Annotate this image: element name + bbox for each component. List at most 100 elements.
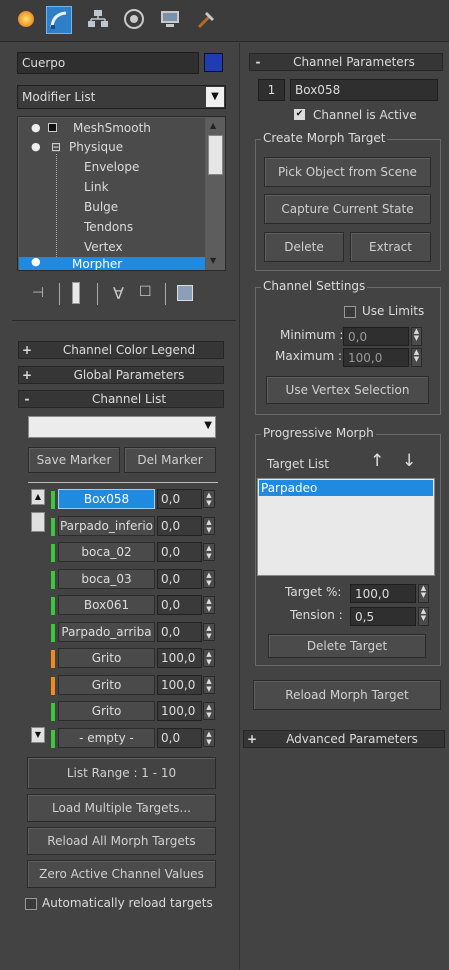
lightbulb-icon[interactable]: ●	[31, 140, 41, 153]
channel-value-spinner[interactable]: ▲ ▼	[203, 570, 215, 588]
channel-value-field[interactable]: 0,0	[157, 728, 202, 748]
stack-item-envelope[interactable]: Envelope	[84, 160, 139, 174]
move-down-icon[interactable]: ↓	[402, 451, 416, 471]
channel-value-spinner[interactable]: ▲ ▼	[203, 517, 215, 535]
stack-item-link[interactable]: Link	[84, 180, 109, 194]
channel-row[interactable]: Grito 100,0 ▲ ▼	[33, 701, 217, 721]
use-vertex-selection-button[interactable]: Use Vertex Selection	[266, 376, 429, 404]
minimum-field[interactable]: 0,0	[343, 327, 409, 346]
channel-value-spinner[interactable]: ▲ ▼	[203, 490, 215, 508]
channel-value-spinner[interactable]: ▲ ▼	[203, 649, 215, 667]
zero-active-channel-values-button[interactable]: Zero Active Channel Values	[27, 860, 216, 888]
scroll-down-icon[interactable]: ▼	[210, 256, 216, 265]
hierarchy-tab[interactable]	[86, 6, 110, 32]
reload-morph-target-button[interactable]: Reload Morph Target	[253, 680, 441, 710]
utilities-tab[interactable]	[194, 6, 218, 32]
channel-active-checkbox[interactable]: ✔	[294, 109, 305, 120]
stack-scrollbar[interactable]: ▲ ▼	[206, 118, 225, 270]
use-limits-checkbox[interactable]	[344, 306, 356, 318]
channel-row[interactable]: boca_03 0,0 ▲ ▼	[33, 569, 217, 589]
channel-row[interactable]: Parpado_inferio 0,0 ▲ ▼	[33, 516, 217, 536]
channel-value-spinner[interactable]: ▲ ▼	[203, 729, 215, 747]
channel-value-spinner[interactable]: ▲ ▼	[203, 596, 215, 614]
show-end-result-icon[interactable]	[72, 282, 80, 304]
stack-item-physique[interactable]: Physique	[69, 140, 123, 154]
channel-row[interactable]: Grito 100,0 ▲ ▼	[33, 675, 217, 695]
pick-object-from-scene-button[interactable]: Pick Object from Scene	[264, 157, 431, 187]
channel-value-field[interactable]: 100,0	[157, 675, 202, 695]
save-marker-button[interactable]: Save Marker	[28, 447, 120, 473]
make-unique-icon[interactable]: ∀	[113, 284, 124, 303]
object-color-swatch[interactable]	[204, 53, 223, 72]
channel-name-button[interactable]: boca_03	[58, 569, 155, 589]
delete-target-button[interactable]: Delete Target	[268, 634, 426, 658]
channel-row[interactable]: boca_02 0,0 ▲ ▼	[33, 542, 217, 562]
auto-reload-checkbox[interactable]	[25, 898, 37, 910]
expand-minus-icon[interactable]: ⊟	[51, 140, 61, 154]
rollout-channel-color-legend[interactable]: + Channel Color Legend	[18, 341, 224, 359]
target-list-item[interactable]: Parpadeo	[259, 480, 433, 496]
rollout-channel-parameters[interactable]: - Channel Parameters	[249, 53, 443, 71]
modifier-list-dropdown[interactable]: Modifier List ▼	[17, 85, 226, 109]
rollout-global-parameters[interactable]: + Global Parameters	[18, 366, 224, 384]
target-list[interactable]: Parpadeo	[257, 478, 435, 576]
tension-spinner[interactable]: ▲ ▼	[418, 607, 429, 626]
channel-name-button[interactable]: - empty -	[58, 728, 155, 748]
channel-value-field[interactable]: 0,0	[157, 595, 202, 615]
channel-value-field[interactable]: 100,0	[157, 701, 202, 721]
pin-stack-icon[interactable]: ⊣	[32, 285, 44, 301]
delete-button[interactable]: Delete	[264, 232, 344, 262]
capture-current-state-button[interactable]: Capture Current State	[264, 194, 431, 224]
del-marker-button[interactable]: Del Marker	[124, 447, 216, 473]
modify-tab[interactable]	[46, 6, 72, 34]
tension-field[interactable]: 0,5	[350, 607, 416, 626]
channel-name-button[interactable]: Box061	[58, 595, 155, 615]
marker-dropdown[interactable]: ▼	[28, 416, 216, 438]
reload-all-morph-targets-button[interactable]: Reload All Morph Targets	[27, 827, 216, 855]
channel-row[interactable]: Grito 100,0 ▲ ▼	[33, 648, 217, 668]
channel-row[interactable]: Box058 0,0 ▲ ▼	[33, 489, 217, 509]
remove-modifier-icon[interactable]: ☐	[139, 284, 152, 300]
move-up-icon[interactable]: ↑	[370, 451, 384, 471]
stack-item-meshsmooth[interactable]: MeshSmooth	[73, 121, 151, 135]
extract-button[interactable]: Extract	[350, 232, 431, 262]
channel-value-spinner[interactable]: ▲ ▼	[203, 623, 215, 641]
stack-item-bulge[interactable]: Bulge	[84, 200, 118, 214]
maximum-field[interactable]: 100,0	[343, 348, 409, 367]
rollout-channel-list[interactable]: - Channel List	[18, 390, 224, 408]
channel-row[interactable]: - empty -0,0 ▲ ▼	[33, 728, 217, 748]
load-multiple-targets-button[interactable]: Load Multiple Targets...	[27, 794, 216, 822]
minimum-spinner[interactable]: ▲ ▼	[411, 327, 422, 346]
scroll-up-icon[interactable]: ▲	[210, 121, 216, 130]
channel-value-spinner[interactable]: ▲ ▼	[203, 702, 215, 720]
channel-value-field[interactable]: 0,0	[157, 516, 202, 536]
channel-value-field[interactable]: 0,0	[157, 569, 202, 589]
channel-name-button[interactable]: Box058	[58, 489, 155, 509]
channel-name-button[interactable]: Grito	[58, 648, 155, 668]
channel-value-spinner[interactable]: ▲ ▼	[203, 543, 215, 561]
target-pct-spinner[interactable]: ▲ ▼	[418, 584, 429, 603]
target-pct-field[interactable]: 100,0	[350, 584, 416, 603]
collapse-plus-icon[interactable]	[48, 123, 57, 132]
maximum-spinner[interactable]: ▲ ▼	[411, 348, 422, 367]
channel-name-button[interactable]: Grito	[58, 675, 155, 695]
stack-item-vertex[interactable]: Vertex	[84, 240, 123, 254]
stack-item-morpher-row[interactable]: ● Morpher	[19, 257, 205, 270]
scroll-thumb[interactable]	[208, 135, 223, 175]
configure-sets-icon[interactable]	[177, 285, 193, 301]
lightbulb-icon[interactable]: ●	[31, 121, 41, 134]
create-tab[interactable]	[14, 6, 38, 32]
display-tab[interactable]	[158, 6, 182, 32]
motion-tab[interactable]	[122, 6, 146, 32]
channel-value-field[interactable]: 0,0	[157, 622, 202, 642]
channel-value-field[interactable]: 100,0	[157, 648, 202, 668]
channel-name-button[interactable]: Grito	[58, 701, 155, 721]
channel-value-field[interactable]: 0,0	[157, 489, 202, 509]
stack-item-tendons[interactable]: Tendons	[84, 220, 133, 234]
channel-value-field[interactable]: 0,0	[157, 542, 202, 562]
channel-value-spinner[interactable]: ▲ ▼	[203, 676, 215, 694]
channel-row[interactable]: Parpado_arriba 0,0 ▲ ▼	[33, 622, 217, 642]
channel-name-field[interactable]: Box058	[290, 79, 438, 101]
channel-name-button[interactable]: boca_02	[58, 542, 155, 562]
object-name-field[interactable]: Cuerpo	[17, 52, 199, 74]
